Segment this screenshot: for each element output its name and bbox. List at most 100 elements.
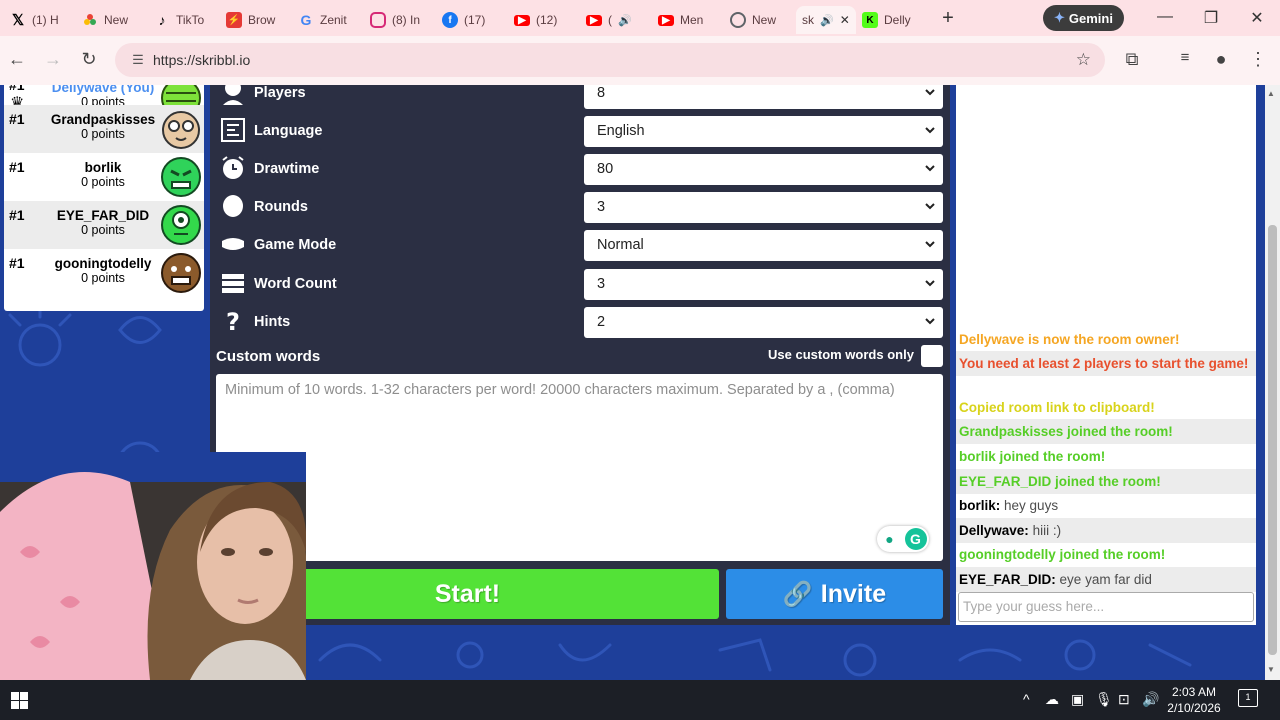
player-rank: #1 bbox=[9, 207, 25, 223]
hints-select[interactable]: 2 bbox=[584, 307, 943, 338]
scroll-down-icon[interactable]: ▼ bbox=[1267, 665, 1275, 674]
avatar bbox=[161, 253, 201, 293]
bookmark-star-icon[interactable]: ☆ bbox=[1076, 50, 1091, 70]
chrome-icon bbox=[730, 12, 746, 28]
player-row[interactable]: #1 ♛ Dellywave (You) 0 points bbox=[4, 85, 204, 118]
browser-tab[interactable]: ♪ TikTo bbox=[148, 6, 220, 34]
google-icon: G bbox=[300, 12, 312, 28]
player-row[interactable]: #1 borlik 0 points bbox=[4, 153, 204, 201]
setting-game-mode: Game Mode Normal bbox=[210, 228, 950, 262]
chevron-down-icon bbox=[925, 127, 935, 134]
player-name: Grandpaskisses bbox=[50, 112, 156, 127]
browser-tab[interactable]: ▶ Men bbox=[652, 6, 724, 34]
players-select[interactable]: 8 bbox=[584, 85, 943, 109]
chat-message: EYE_FAR_DID: eye yam far did bbox=[956, 567, 1256, 592]
browser-tab[interactable]: K Delly bbox=[856, 6, 928, 34]
address-bar[interactable]: ☰ https://skribbl.io ☆ bbox=[115, 43, 1105, 77]
game-mode-select[interactable]: Normal bbox=[584, 230, 943, 261]
chevron-up-icon[interactable]: ^ bbox=[1023, 691, 1030, 707]
facebook-icon: f bbox=[442, 12, 458, 28]
scroll-up-icon[interactable]: ▲ bbox=[1267, 89, 1275, 98]
rounds-select[interactable]: 3 bbox=[584, 192, 943, 223]
minimize-icon[interactable]: — bbox=[1155, 8, 1175, 26]
player-points: 0 points bbox=[81, 175, 125, 189]
player-name: Dellywave (You) bbox=[51, 85, 155, 95]
system-clock[interactable]: 2:03 AM 2/10/2026 bbox=[1165, 684, 1223, 716]
avatar bbox=[161, 205, 201, 245]
use-custom-words-checkbox[interactable] bbox=[921, 345, 943, 367]
close-tab-icon[interactable]: ✕ bbox=[840, 13, 850, 27]
gemini-button[interactable]: ✦ Gemini bbox=[1043, 5, 1124, 31]
tray-app-icon[interactable]: ▣ bbox=[1071, 691, 1084, 708]
url-text: https://skribbl.io bbox=[153, 52, 251, 68]
lightbulb-icon[interactable]: ● bbox=[879, 529, 900, 549]
x-icon: 𝕏 bbox=[11, 12, 25, 29]
player-row[interactable]: #1 Grandpaskisses 0 points bbox=[4, 105, 204, 153]
reload-icon[interactable]: ↻ bbox=[78, 49, 100, 70]
browser-tab[interactable]: ▶(🔊 bbox=[580, 6, 652, 34]
word-count-select[interactable]: 3 bbox=[584, 269, 943, 300]
forward-icon[interactable]: → bbox=[42, 49, 64, 70]
custom-words-textarea[interactable]: Minimum of 10 words. 1-32 characters per… bbox=[216, 374, 943, 561]
youtube-icon: ▶ bbox=[658, 14, 674, 26]
player-name: gooningtodelly bbox=[54, 256, 152, 271]
browser-tab[interactable]: New bbox=[724, 6, 796, 34]
player-name: borlik bbox=[84, 160, 122, 175]
site-info-icon[interactable]: ☰ bbox=[123, 52, 153, 68]
media-control-icon[interactable]: ≡ bbox=[1174, 49, 1196, 66]
volume-icon[interactable]: 🔊 bbox=[1142, 691, 1159, 708]
browser-toolbar: ← → ↻ ☰ https://skribbl.io ☆ ⧉ ≡ ● ⋮ bbox=[0, 36, 1280, 85]
speaker-icon: 🔊 bbox=[618, 14, 632, 27]
grammarly-widget[interactable]: ● G bbox=[877, 526, 929, 552]
back-icon[interactable]: ← bbox=[6, 49, 28, 70]
browser-tab[interactable]: ⚡ Brow bbox=[220, 6, 292, 34]
browser-tab[interactable]: 𝕏 (1) H bbox=[4, 6, 76, 34]
chevron-down-icon bbox=[925, 280, 935, 287]
browser-tab[interactable]: (8) In bbox=[364, 6, 436, 34]
player-rank: #1 bbox=[9, 159, 25, 175]
browser-tab[interactable]: G Zenit bbox=[292, 6, 364, 34]
chevron-down-icon bbox=[925, 241, 935, 248]
photos-icon bbox=[82, 12, 98, 28]
chat-message: Dellywave is now the room owner! bbox=[959, 332, 1180, 347]
chat-message: borlik joined the room! bbox=[959, 449, 1106, 464]
alarm-clock-icon bbox=[222, 156, 244, 179]
player-points: 0 points bbox=[81, 271, 125, 285]
player-rank: #1 bbox=[9, 111, 25, 127]
youtube-icon: ▶ bbox=[586, 14, 602, 26]
language-icon bbox=[221, 118, 245, 142]
player-row[interactable]: #1 gooningtodelly 0 points bbox=[4, 249, 204, 297]
browser-tab[interactable]: ▶ (12) bbox=[508, 6, 580, 34]
page-scrollbar[interactable]: ▲ ▼ bbox=[1265, 85, 1280, 680]
extensions-icon[interactable]: ⧉ bbox=[1121, 49, 1143, 70]
player-points: 0 points bbox=[81, 223, 125, 237]
player-list: #1 ♛ Dellywave (You) 0 points #1 Grandpas… bbox=[4, 85, 204, 311]
notification-icon[interactable]: 1 bbox=[1238, 689, 1258, 707]
profile-icon[interactable]: ● bbox=[1210, 49, 1232, 70]
window-close-icon[interactable]: ✕ bbox=[1247, 8, 1267, 28]
browser-tab[interactable]: New bbox=[76, 6, 148, 34]
bolt-icon: ⚡ bbox=[226, 12, 242, 28]
custom-words-title: Custom words bbox=[216, 348, 321, 365]
setting-hints: ? Hints 2 bbox=[210, 305, 950, 339]
language-select[interactable]: English bbox=[584, 116, 943, 147]
drawtime-select[interactable]: 80 bbox=[584, 154, 943, 185]
microphone-icon[interactable]: 🎙 bbox=[1095, 691, 1113, 708]
player-row[interactable]: #1 EYE_FAR_DID 0 points bbox=[4, 201, 204, 249]
instagram-icon bbox=[370, 12, 386, 28]
onedrive-icon[interactable]: ☁ bbox=[1045, 691, 1059, 708]
scrollbar-thumb[interactable] bbox=[1268, 225, 1277, 655]
restore-icon[interactable]: ❐ bbox=[1201, 8, 1221, 28]
browser-tab-active[interactable]: sk 🔊 ✕ bbox=[796, 6, 856, 34]
grammarly-icon[interactable]: G bbox=[904, 528, 927, 550]
new-tab-button[interactable]: + bbox=[934, 7, 962, 30]
guess-input[interactable]: Type your guess here... bbox=[958, 592, 1254, 622]
speaker-icon: 🔊 bbox=[820, 14, 834, 27]
browser-tab[interactable]: f (17) bbox=[436, 6, 508, 34]
windows-start-icon[interactable] bbox=[11, 692, 28, 709]
menu-icon[interactable]: ⋮ bbox=[1247, 49, 1269, 70]
chevron-down-icon bbox=[925, 203, 935, 210]
invite-button[interactable]: 🔗 Invite bbox=[726, 569, 943, 619]
lobby-settings: Players 8 Language English Drawtime 80 R… bbox=[210, 85, 950, 625]
network-icon[interactable]: ⊡ bbox=[1118, 691, 1130, 708]
